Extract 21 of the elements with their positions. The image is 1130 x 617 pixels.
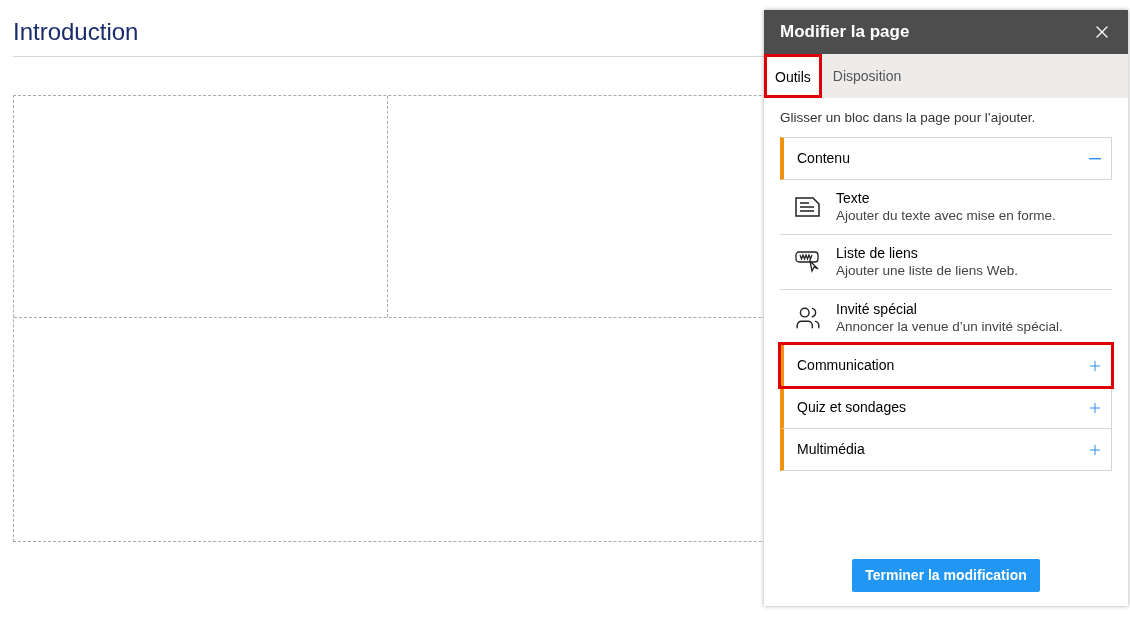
- tab[interactable]: Disposition: [821, 54, 913, 98]
- block-item[interactable]: Liste de liens Ajouter une liste de liens Web.: [780, 235, 1112, 291]
- page-title: Introduction: [13, 17, 139, 47]
- block-item[interactable]: Invité spécial Annoncer la venue d’un invité spécial.: [780, 290, 1112, 346]
- block-title: Texte: [836, 189, 871, 208]
- category-header[interactable]: Communication: [780, 344, 1112, 388]
- block-description: Ajouter du texte avec mise en forme.: [836, 207, 1056, 226]
- block-title: Liste de liens: [836, 244, 919, 263]
- block-description: Ajouter une liste de liens Web.: [836, 262, 1019, 281]
- www-cursor-icon: [794, 251, 821, 274]
- document-icon: [794, 197, 821, 218]
- block-item[interactable]: Texte Ajouter du texte avec mise en forme.: [780, 180, 1112, 236]
- category-header[interactable]: Multimédia: [780, 428, 1112, 472]
- block-title: Invité spécial: [836, 299, 918, 318]
- category-header[interactable]: Contenu: [780, 137, 1112, 181]
- panel-title: Modifier la page: [780, 21, 910, 44]
- block-description: Annoncer la venue d’un invité spécial.: [836, 317, 1063, 336]
- hint-text: Glisser un bloc dans la page pour l’ajouter.: [780, 109, 1037, 127]
- category-header[interactable]: Quiz et sondages: [780, 386, 1112, 430]
- tab[interactable]: Outils: [764, 54, 822, 98]
- collapse-icon: [1089, 157, 1101, 160]
